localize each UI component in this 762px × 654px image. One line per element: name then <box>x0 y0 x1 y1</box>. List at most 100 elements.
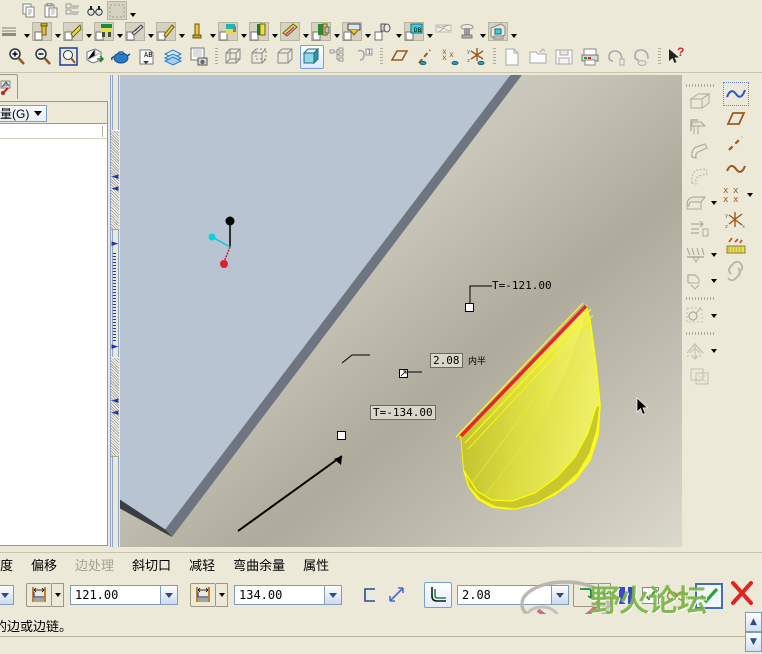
angle-end-icon[interactable] <box>190 583 216 607</box>
named-view-icon[interactable]: AB <box>135 45 159 69</box>
glasses-preview-button[interactable] <box>664 586 690 605</box>
angle-top-callout[interactable]: T=-121.00 <box>492 279 552 292</box>
datum-point-icon-right[interactable]: xxxx <box>719 183 745 207</box>
copy-icon[interactable] <box>19 1 39 20</box>
form-icon[interactable] <box>342 22 362 41</box>
sheet-wall-icon[interactable] <box>1 22 21 41</box>
help-context-icon[interactable]: ? <box>665 45 689 69</box>
hole-icon[interactable] <box>683 304 709 328</box>
flange-wall-dropdown-arrow[interactable] <box>115 22 124 41</box>
round-dropdown-arrow[interactable] <box>710 191 718 215</box>
sketch-spline-icon[interactable] <box>723 82 749 106</box>
angle-start-value-arrow[interactable] <box>160 586 177 604</box>
splitter-collapse-down-1[interactable]: ◄ <box>111 397 119 406</box>
draft-variable-icon[interactable] <box>687 165 713 189</box>
scroll-down-button[interactable]: ▼ <box>745 632 762 652</box>
angle-end-value-input[interactable]: 134.00 <box>234 585 342 605</box>
shell-icon[interactable] <box>687 90 713 114</box>
tab-degree[interactable]: 度 <box>0 555 22 574</box>
rip-icon[interactable] <box>457 22 477 41</box>
tab-properties[interactable]: 属性 <box>294 555 338 574</box>
pause-resume-button[interactable] <box>616 587 637 604</box>
sheet-wall-dropdown-arrow[interactable] <box>22 22 31 41</box>
cancel-button[interactable] <box>728 580 756 611</box>
selection-filter-icon[interactable] <box>107 1 127 20</box>
angle-start-icon[interactable] <box>26 583 52 607</box>
reference-icon[interactable] <box>723 259 749 283</box>
datum-csys-icon[interactable]: yz <box>465 45 489 69</box>
round-icon[interactable] <box>683 191 709 215</box>
tab-bend-allowance[interactable]: 弯曲余量 <box>224 555 294 574</box>
splitter-collapse-down-2[interactable]: ◄ <box>111 409 119 418</box>
tab-offset[interactable]: 偏移 <box>22 555 66 574</box>
splitter-collapse-up-1[interactable]: ◄ <box>111 173 119 182</box>
print-icon[interactable] <box>578 45 602 69</box>
appearance-icon[interactable] <box>109 45 133 69</box>
twist-dropdown-arrow[interactable] <box>146 22 155 41</box>
analysis-point-icon[interactable] <box>723 234 749 258</box>
angle-bottom-callout[interactable]: T=-134.00 <box>370 405 436 420</box>
datum-axis-icon-right[interactable] <box>723 132 749 156</box>
redo-icon[interactable] <box>630 45 654 69</box>
bend-icon[interactable] <box>156 22 176 41</box>
inner-radius-icon[interactable] <box>424 582 452 608</box>
tab-model-tree[interactable] <box>0 74 18 99</box>
twist-icon[interactable] <box>125 22 145 41</box>
rip-dropdown-arrow[interactable] <box>478 22 487 41</box>
merge-walls-icon[interactable] <box>311 22 331 41</box>
screen-capture-icon[interactable] <box>187 45 211 69</box>
radius-side-icon[interactable] <box>573 583 599 607</box>
edge-chamfer-icon[interactable] <box>683 269 709 293</box>
auto-round-icon[interactable] <box>687 217 713 241</box>
display-nohidden-icon[interactable] <box>274 45 298 69</box>
layers-icon[interactable] <box>161 45 185 69</box>
wall-type-combo-arrow[interactable] <box>0 586 13 604</box>
splitter-collapse-up-2[interactable]: ◄ <box>111 185 119 194</box>
drag-handle-bottom[interactable] <box>337 431 346 440</box>
wall-type-combo[interactable] <box>0 585 14 605</box>
chamfer-icon[interactable] <box>683 243 709 267</box>
flat-pattern-dropdown-arrow[interactable] <box>270 22 279 41</box>
conversion-dropdown-arrow[interactable] <box>301 22 310 41</box>
datum-csys-icon-right[interactable]: yz x <box>723 209 749 233</box>
pattern-dropdown-arrow[interactable] <box>710 339 718 363</box>
display-wireframe-icon[interactable] <box>222 45 246 69</box>
curve-icon[interactable] <box>723 157 749 181</box>
splitter-expand-1[interactable]: ► <box>111 240 119 249</box>
find-icon[interactable] <box>85 1 105 20</box>
bend-back-dropdown-arrow[interactable] <box>239 22 248 41</box>
datum-plane-icon[interactable] <box>387 45 411 69</box>
drag-handle-top[interactable] <box>465 303 474 312</box>
unbend-dropdown-arrow[interactable] <box>208 22 217 41</box>
datum-plane-icon-right[interactable] <box>723 107 749 131</box>
reorient-icon[interactable] <box>83 45 107 69</box>
radius-side-dropdown-arrow[interactable] <box>599 583 611 607</box>
flange-wall-icon[interactable] <box>94 22 114 41</box>
extrude-cut-dropdown-arrow[interactable] <box>509 22 518 41</box>
notch-icon[interactable]: DB <box>404 22 424 41</box>
form-dropdown-arrow[interactable] <box>363 22 372 41</box>
copy-geom-icon[interactable] <box>687 365 713 389</box>
extrude-cut-icon[interactable] <box>488 22 508 41</box>
drag-handle-mid[interactable] <box>399 369 408 378</box>
angle-start-value-input[interactable]: 121.00 <box>70 585 178 605</box>
paste-icon[interactable] <box>41 1 61 20</box>
radius-value-arrow[interactable] <box>551 586 568 604</box>
radius-callout[interactable]: 2.08 <box>430 353 463 368</box>
pattern-icon[interactable] <box>683 339 709 363</box>
notch-dropdown-arrow[interactable] <box>425 22 434 41</box>
extrude-dropdown-arrow[interactable] <box>53 22 62 41</box>
flip-direction-icon[interactable] <box>384 583 410 607</box>
zoom-out-icon[interactable] <box>31 45 55 69</box>
regenerate-icon[interactable] <box>63 1 83 20</box>
open-file-icon[interactable] <box>526 45 550 69</box>
model-tree-icon[interactable] <box>326 45 350 69</box>
merge-walls-dropdown-arrow[interactable] <box>332 22 341 41</box>
splitter-grip-bottom[interactable] <box>111 357 119 457</box>
datum-point-dropdown-arrow[interactable] <box>746 183 754 207</box>
refit-icon[interactable] <box>57 45 81 69</box>
preview-checkbox[interactable] <box>642 587 659 604</box>
deform-area-icon[interactable] <box>435 22 455 41</box>
panel-splitter[interactable]: ◄ ◄ ► ► ◄ ◄ <box>110 75 120 547</box>
punch-icon[interactable] <box>373 22 393 41</box>
